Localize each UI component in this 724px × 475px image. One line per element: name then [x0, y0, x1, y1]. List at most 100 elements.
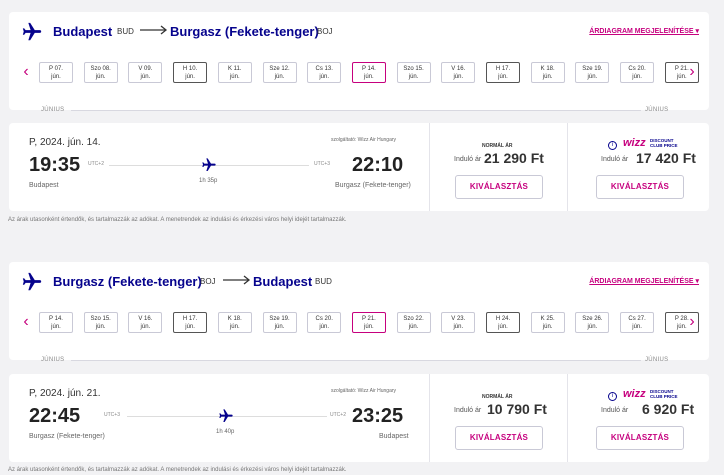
date-month: jún.: [498, 74, 508, 80]
chevron-right-icon[interactable]: ›: [685, 62, 699, 82]
date-month: jún.: [229, 74, 240, 80]
date-month: jún.: [319, 74, 330, 80]
month-label-right: JÚNIUS: [645, 107, 669, 113]
date-day: V 23.: [451, 316, 466, 322]
date-day: P 14.: [361, 66, 376, 72]
date-day: Cs 27.: [628, 316, 646, 322]
from-label: Induló ár: [601, 407, 629, 414]
date-button[interactable]: Sze 26. jún.: [575, 312, 610, 333]
chevron-left-icon[interactable]: ‹: [19, 62, 33, 82]
departure-utc: UTC+3: [104, 412, 120, 418]
date-day: Sze 19.: [582, 66, 603, 72]
date-month: jún.: [542, 324, 553, 330]
date-month: jún.: [274, 324, 285, 330]
from-label: Induló ár: [601, 156, 629, 163]
fare-label: NORMÁL ÁR: [482, 143, 513, 149]
flight-duration: 1h 35p: [199, 178, 218, 184]
date-button[interactable]: V 09. jún.: [128, 62, 163, 83]
date-button[interactable]: Sze 19. jún.: [262, 312, 297, 333]
month-label-right: JÚNIUS: [645, 357, 669, 363]
date-button[interactable]: Sze 12. jún.: [262, 62, 297, 83]
date-button[interactable]: P 14. jún.: [351, 62, 386, 83]
departure-utc: UTC+2: [88, 161, 104, 167]
date-button[interactable]: V 16. jún.: [128, 312, 163, 333]
select-normal-button[interactable]: KIVÁLASZTÁS: [455, 426, 543, 450]
date-button[interactable]: H 17. jún.: [486, 62, 520, 83]
date-button[interactable]: Szo 08. jún.: [83, 62, 118, 83]
origin-code: BOJ: [200, 277, 216, 286]
date-button[interactable]: K 18. jún.: [530, 62, 565, 83]
date-month: jún.: [185, 74, 195, 80]
date-month: jún.: [51, 74, 61, 80]
date-button[interactable]: Szo 22. jún.: [396, 312, 431, 333]
date-day: H 17.: [182, 316, 198, 322]
discount-club-label: DISCOUNT CLUB PRICE: [650, 138, 678, 148]
date-month: jún.: [274, 74, 285, 80]
date-month: jún.: [453, 324, 464, 330]
date-month: jún.: [95, 74, 106, 80]
price-chart-link[interactable]: ÁRDIAGRAM MEGJELENÍTÉSE ▾: [589, 277, 699, 285]
departure-time: 22:45: [29, 405, 81, 427]
date-button[interactable]: Cs 20. jún.: [307, 312, 342, 333]
date-day: H 17.: [495, 66, 511, 72]
month-label-left: JÚNIUS: [41, 357, 65, 363]
date-button[interactable]: K 25. jún.: [530, 312, 565, 333]
origin-city: Budapest: [53, 24, 113, 39]
date-button[interactable]: Szo 15. jún.: [396, 62, 431, 83]
date-day: Szo 15.: [90, 316, 111, 322]
date-button[interactable]: H 17. jún.: [173, 312, 208, 333]
info-icon[interactable]: i: [608, 392, 617, 401]
date-button[interactable]: Sze 19. jún.: [575, 62, 610, 83]
chevron-right-icon[interactable]: ›: [685, 312, 699, 332]
date-day: K 25.: [540, 316, 555, 322]
fare-label: NORMÁL ÁR: [482, 394, 513, 400]
date-button[interactable]: Cs 20. jún.: [620, 62, 655, 83]
arrival-utc: UTC+2: [330, 412, 346, 418]
date-day: P 14.: [49, 316, 63, 322]
plane-icon: [219, 409, 233, 422]
date-button[interactable]: V 16. jún.: [441, 62, 476, 83]
flight-duration: 1h 40p: [216, 429, 235, 435]
origin-code: BUD: [117, 27, 134, 36]
date-button[interactable]: K 18. jún.: [217, 312, 252, 333]
date-button[interactable]: P 14. jún.: [39, 312, 73, 333]
chevron-left-icon[interactable]: ‹: [19, 312, 33, 332]
month-divider: [71, 110, 641, 111]
date-month: jún.: [319, 324, 330, 330]
date-button[interactable]: Cs 13. jún.: [307, 62, 342, 83]
date-day: H 24.: [495, 316, 511, 322]
date-button[interactable]: P 07. jún.: [39, 62, 73, 83]
date-button[interactable]: P 21. jún.: [351, 312, 386, 333]
select-club-button[interactable]: KIVÁLASZTÁS: [596, 426, 684, 450]
info-icon[interactable]: i: [608, 141, 617, 150]
date-button[interactable]: K 11. jún.: [217, 62, 252, 83]
date-month: jún.: [140, 74, 151, 80]
date-month: jún.: [453, 74, 464, 80]
date-day: V 16.: [138, 316, 153, 322]
date-day: V 16.: [451, 66, 466, 72]
arrow-right-icon: [223, 275, 251, 285]
select-club-button[interactable]: KIVÁLASZTÁS: [596, 175, 684, 199]
price-chart-link[interactable]: ÁRDIAGRAM MEGJELENÍTÉSE ▾: [589, 27, 699, 35]
fare-club: i wizz DISCOUNT CLUB PRICE Induló ár 17 4…: [567, 123, 709, 211]
plane-icon: [202, 158, 216, 171]
date-button[interactable]: Cs 27. jún.: [620, 312, 655, 333]
arrival-place: Budapest: [379, 433, 409, 440]
date-button[interactable]: H 24. jún.: [486, 312, 520, 333]
flight-date: P, 2024. jún. 14.: [29, 137, 101, 148]
from-label: Induló ár: [454, 407, 482, 414]
date-month: jún.: [632, 74, 642, 80]
date-month: jún.: [587, 324, 598, 330]
date-day: H 10.: [182, 66, 198, 72]
date-day: K 18.: [227, 316, 242, 322]
select-normal-button[interactable]: KIVÁLASZTÁS: [455, 175, 543, 199]
flight-card-return: P, 2024. jún. 21. szolgáltató: Wizz Air …: [9, 374, 709, 462]
date-day: K 11.: [228, 66, 242, 72]
date-month: jún.: [408, 74, 419, 80]
date-button[interactable]: V 23. jún.: [441, 312, 476, 333]
date-month: jún.: [632, 324, 642, 330]
date-month: jún.: [140, 324, 151, 330]
date-month: jún.: [542, 74, 553, 80]
date-button[interactable]: H 10. jún.: [173, 62, 208, 83]
date-button[interactable]: Szo 15. jún.: [83, 312, 118, 333]
